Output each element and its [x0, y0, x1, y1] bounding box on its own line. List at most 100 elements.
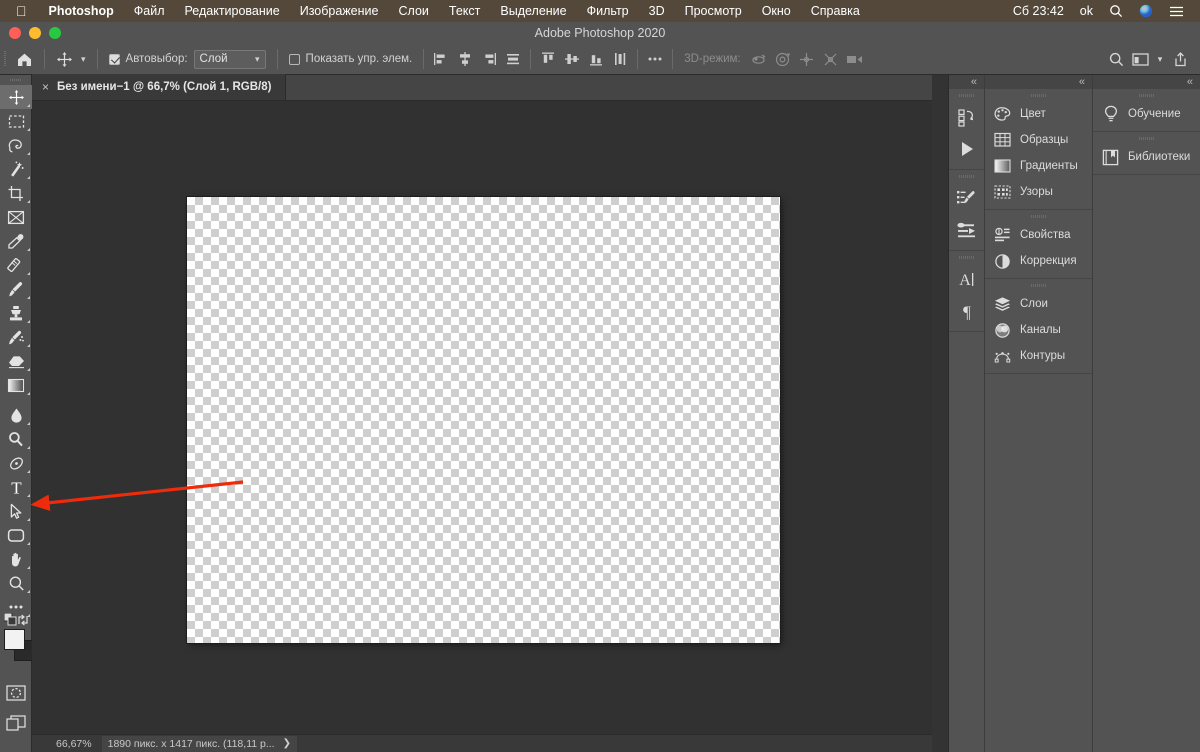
panel-item-gradients[interactable]: Градиенты — [985, 153, 1092, 179]
panel-item-adjustments[interactable]: Коррекция — [985, 248, 1092, 274]
menu-item-filter[interactable]: Фильтр — [577, 4, 639, 18]
panel-group-grip[interactable] — [985, 210, 1092, 222]
panel-group-grip[interactable] — [949, 170, 984, 182]
menu-item-view[interactable]: Просмотр — [675, 4, 752, 18]
menu-list-icon[interactable] — [1161, 5, 1192, 18]
menu-item-image[interactable]: Изображение — [290, 4, 389, 18]
align-horizontal-centers-icon[interactable] — [453, 44, 477, 75]
home-icon[interactable] — [10, 44, 39, 75]
character-panel-icon[interactable]: A — [949, 263, 984, 295]
roll-3d-icon[interactable] — [771, 44, 795, 75]
hand-tool[interactable] — [0, 547, 32, 571]
panel-item-properties[interactable]: Свойства — [985, 222, 1092, 248]
distribute-horizontal-icon[interactable] — [501, 44, 525, 75]
chevron-right-icon[interactable]: ❯ — [283, 738, 291, 749]
options-bar-grip[interactable] — [0, 44, 10, 75]
right-dock-collapse-button[interactable]: « — [1093, 75, 1200, 89]
history-panel-icon[interactable] — [949, 101, 984, 133]
menu-item-select[interactable]: Выделение — [490, 4, 576, 18]
panel-item-libraries[interactable]: Библиотеки — [1093, 144, 1200, 170]
document-canvas[interactable] — [187, 197, 780, 643]
align-top-edges-icon[interactable] — [536, 44, 560, 75]
scale-3d-icon[interactable] — [843, 44, 867, 75]
menu-item-layer[interactable]: Слои — [388, 4, 438, 18]
screen-mode-icon[interactable] — [0, 711, 32, 735]
autoselect-checkbox-box[interactable] — [108, 53, 120, 65]
actions-panel-icon[interactable] — [949, 133, 984, 165]
brush-settings-panel-icon[interactable] — [949, 182, 984, 214]
tools-panel-grip[interactable] — [0, 75, 31, 85]
siri-icon[interactable] — [1131, 4, 1161, 18]
rectangle-tool[interactable] — [0, 523, 32, 547]
tool-preset-picker[interactable]: ▾ — [50, 44, 92, 75]
menu-bar-input-source[interactable]: ok — [1072, 4, 1101, 18]
clone-stamp-tool[interactable] — [0, 301, 32, 325]
frame-tool[interactable] — [0, 205, 32, 229]
dodge-tool[interactable] — [0, 427, 32, 451]
align-left-edges-icon[interactable] — [429, 44, 453, 75]
panel-group-grip[interactable] — [1093, 132, 1200, 144]
crop-tool[interactable] — [0, 181, 32, 205]
panel-item-color[interactable]: Цвет — [985, 101, 1092, 127]
lasso-tool[interactable] — [0, 133, 32, 157]
menu-item-help[interactable]: Справка — [801, 4, 870, 18]
panel-group-grip[interactable] — [1093, 89, 1200, 101]
slide-3d-icon[interactable] — [819, 44, 843, 75]
search-icon[interactable] — [1101, 4, 1131, 18]
align-right-edges-icon[interactable] — [477, 44, 501, 75]
foreground-color-swatch[interactable] — [4, 629, 25, 650]
rectangular-marquee-tool[interactable] — [0, 109, 32, 133]
autoselect-select[interactable]: Слой ▾ — [193, 49, 266, 69]
distribute-vertical-icon[interactable] — [608, 44, 632, 75]
apple-logo-icon[interactable]:  — [8, 4, 39, 18]
chevron-down-icon[interactable]: ▾ — [1152, 44, 1168, 75]
brush-tool[interactable] — [0, 277, 32, 301]
menu-item-type[interactable]: Текст — [439, 4, 490, 18]
panel-group-grip[interactable] — [949, 89, 984, 101]
menu-bar-clock[interactable]: Сб 23:42 — [1005, 4, 1072, 18]
autoselect-checkbox[interactable]: Автовыбор: Слой ▾ — [103, 44, 272, 75]
panel-item-layers[interactable]: Слои — [985, 291, 1092, 317]
pen-tool[interactable] — [0, 451, 32, 475]
canvas-work-area[interactable] — [32, 101, 932, 734]
zoom-tool[interactable] — [0, 571, 32, 595]
more-options-icon[interactable] — [643, 44, 667, 75]
panel-item-learn[interactable]: Обучение — [1093, 101, 1200, 127]
show-controls-checkbox-box[interactable] — [288, 53, 300, 65]
eraser-tool[interactable] — [0, 349, 32, 373]
eyedropper-tool[interactable] — [0, 229, 32, 253]
close-icon[interactable]: × — [42, 80, 49, 94]
menu-item-file[interactable]: Файл — [124, 4, 175, 18]
panel-group-grip[interactable] — [949, 251, 984, 263]
path-selection-tool[interactable] — [0, 499, 32, 523]
narrow-dock-collapse-button[interactable]: « — [949, 75, 984, 89]
gradient-tool[interactable] — [0, 373, 32, 397]
menu-item-edit[interactable]: Редактирование — [175, 4, 290, 18]
menu-item-window[interactable]: Окно — [752, 4, 801, 18]
document-size-field[interactable]: 1890 пикс. x 1417 пикс. (118,11 р... ❯ — [101, 735, 297, 752]
align-bottom-edges-icon[interactable] — [584, 44, 608, 75]
brushes-panel-icon[interactable] — [949, 214, 984, 246]
workspace-icon[interactable] — [1128, 44, 1152, 75]
search-icon[interactable] — [1104, 44, 1128, 75]
panel-item-channels[interactable]: Каналы — [985, 317, 1092, 343]
blur-tool[interactable] — [0, 403, 32, 427]
history-brush-tool[interactable] — [0, 325, 32, 349]
panel-group-grip[interactable] — [985, 89, 1092, 101]
panel-item-patterns[interactable]: Узоры — [985, 179, 1092, 205]
panel-group-grip[interactable] — [985, 279, 1092, 291]
show-controls-checkbox[interactable]: Показать упр. элем. — [283, 44, 419, 75]
chevron-down-icon[interactable]: ▾ — [81, 54, 86, 65]
share-icon[interactable] — [1168, 44, 1192, 75]
paragraph-panel-icon[interactable]: ¶ — [949, 295, 984, 327]
spot-healing-brush-tool[interactable] — [0, 253, 32, 277]
panel-item-paths[interactable]: Контуры — [985, 343, 1092, 369]
move-tool[interactable] — [0, 85, 32, 109]
panel-item-swatches[interactable]: Образцы — [985, 127, 1092, 153]
default-colors-icon[interactable] — [3, 612, 17, 626]
mid-dock-collapse-button[interactable]: « — [985, 75, 1092, 89]
rotate-3d-icon[interactable] — [747, 44, 771, 75]
magic-wand-tool[interactable] — [0, 157, 32, 181]
quick-mask-mode-icon[interactable] — [0, 681, 32, 705]
type-tool[interactable]: T — [0, 475, 32, 499]
